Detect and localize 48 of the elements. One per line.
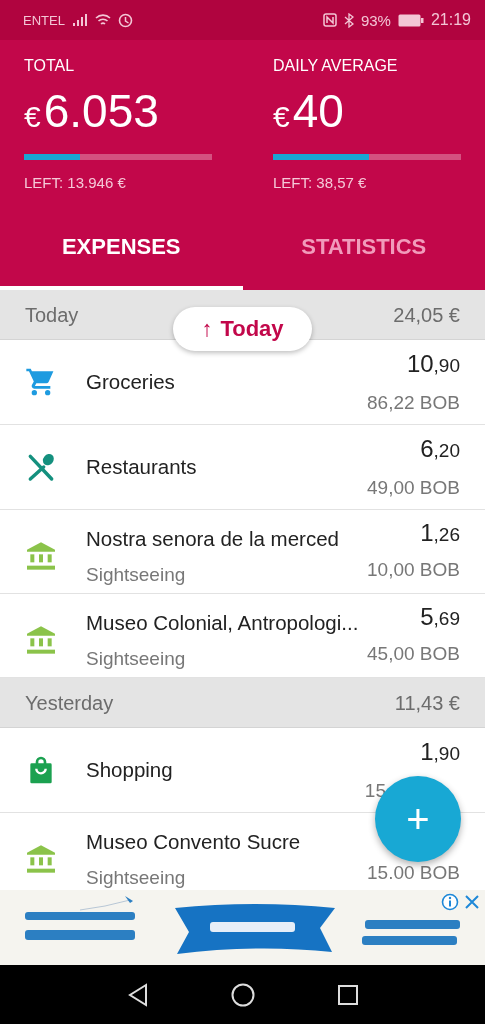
expense-name: Groceries bbox=[86, 370, 176, 394]
expense-category: Sightseeing bbox=[86, 648, 187, 670]
remaining-amount: LEFT: 13.946 € bbox=[24, 174, 127, 191]
wifi-icon bbox=[94, 13, 111, 27]
expense-name: Nostra senora de la merced bbox=[86, 527, 340, 551]
battery-percent: 93% bbox=[360, 11, 391, 29]
recents-icon bbox=[336, 983, 359, 1006]
summary-amount: €6.053 bbox=[24, 84, 160, 136]
ad-info-button[interactable] bbox=[441, 893, 459, 911]
signal-icon bbox=[71, 13, 88, 27]
expense-amount: 6,20 bbox=[420, 435, 460, 463]
expense-name: Museo Convento Sucre bbox=[86, 830, 302, 854]
clock-time: 21:19 bbox=[430, 11, 471, 29]
section-total: 11,43 € bbox=[394, 691, 460, 715]
summary-label: TOTAL bbox=[24, 57, 76, 76]
nfc-icon bbox=[322, 13, 337, 27]
section-date: Yesterday bbox=[25, 691, 114, 715]
expense-name: Shopping bbox=[86, 758, 174, 782]
summary-amount: €40 bbox=[273, 84, 345, 136]
home-icon bbox=[230, 982, 255, 1007]
info-icon bbox=[441, 893, 459, 911]
converted-amount: 10,00 BOB bbox=[367, 559, 460, 581]
expense-name: Restaurants bbox=[86, 455, 198, 479]
expense-amount: 1,90 bbox=[420, 738, 460, 766]
close-icon bbox=[463, 893, 481, 911]
battery-icon bbox=[397, 13, 424, 27]
expense-amount: 5,69 bbox=[420, 603, 460, 631]
ad-close-button[interactable] bbox=[463, 893, 481, 911]
expense-name: Museo Colonial, Antropologi... bbox=[86, 611, 360, 635]
converted-amount: 45,00 BOB bbox=[367, 643, 460, 665]
jump-to-today-button[interactable]: ↑ Today bbox=[173, 307, 312, 351]
expense-category: Sightseeing bbox=[86, 867, 187, 889]
bluetooth-icon bbox=[343, 12, 354, 28]
expense-amount: 10,90 bbox=[406, 350, 460, 378]
recents-button[interactable] bbox=[336, 983, 359, 1006]
section-total: 24,05 € bbox=[393, 303, 460, 327]
remaining-amount: LEFT: 38,57 € bbox=[273, 174, 368, 191]
section-date: Today bbox=[25, 303, 79, 327]
home-button[interactable] bbox=[230, 982, 255, 1007]
back-icon bbox=[126, 982, 149, 1007]
converted-amount: 15.00 BOB bbox=[367, 862, 460, 884]
converted-amount: 49,00 BOB bbox=[367, 477, 460, 499]
back-button[interactable] bbox=[126, 982, 149, 1007]
expense-category: Sightseeing bbox=[86, 564, 187, 586]
expense-amount: 1,26 bbox=[420, 519, 460, 547]
summary-label: DAILY AVERAGE bbox=[273, 57, 399, 76]
carrier-name: ENTEL bbox=[23, 12, 65, 28]
converted-amount: 86,22 BOB bbox=[367, 392, 460, 414]
